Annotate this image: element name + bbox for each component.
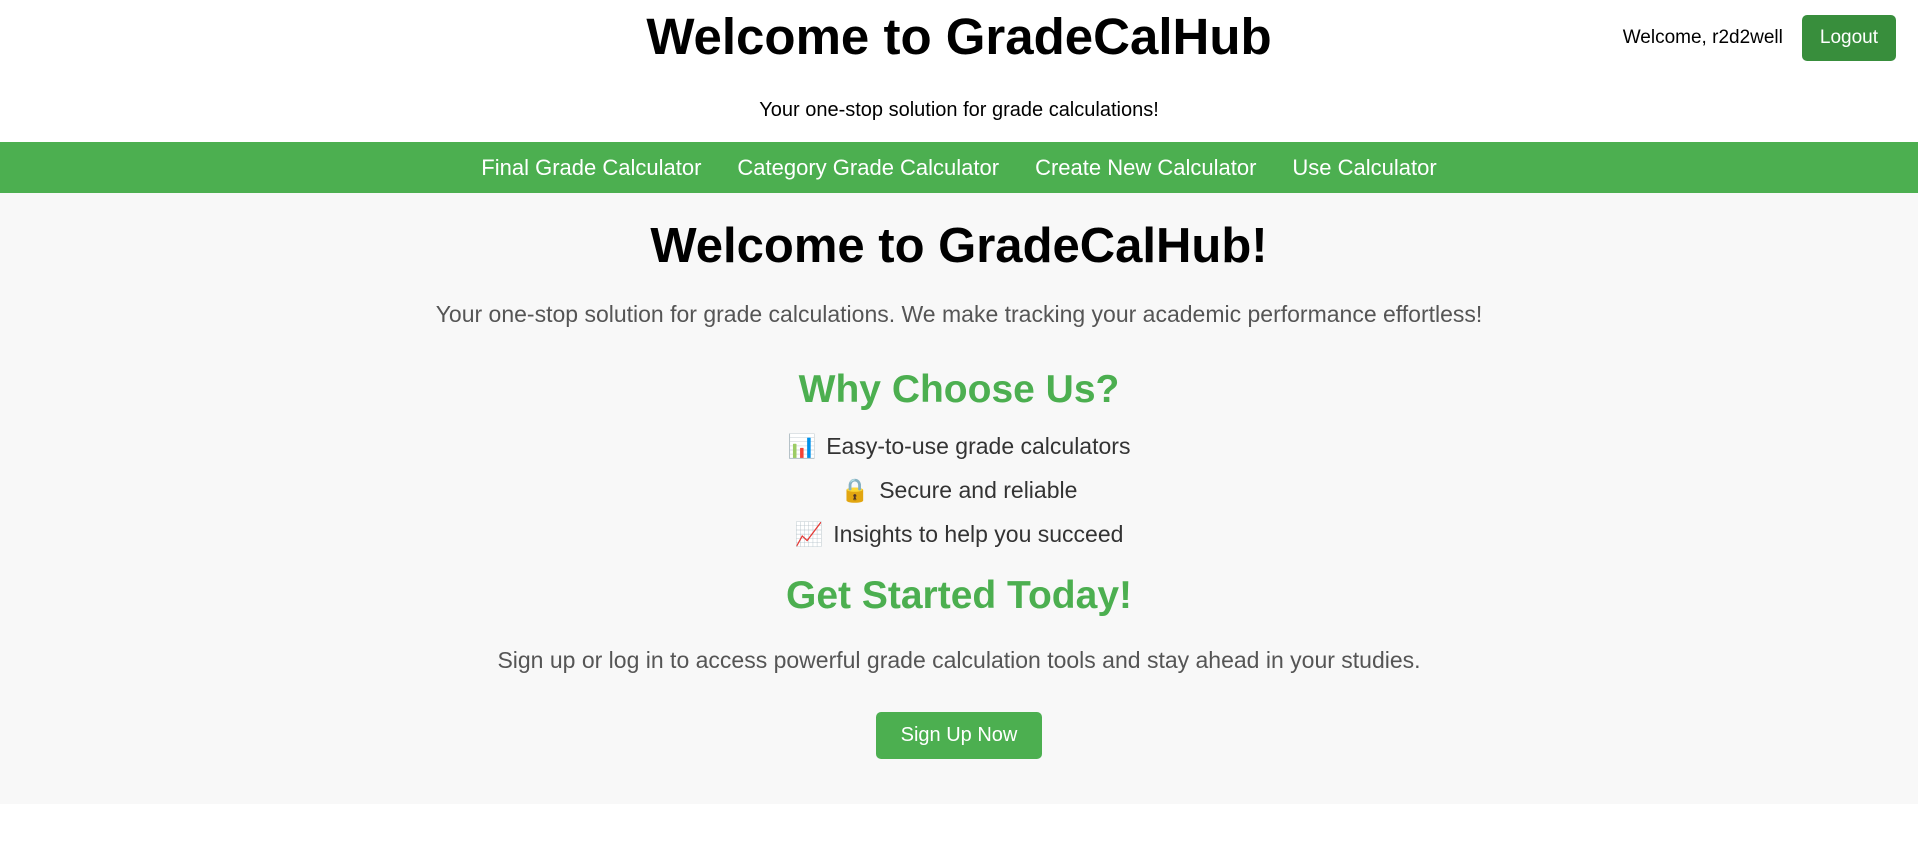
user-area: Welcome, r2d2well Logout [1623,15,1896,61]
welcome-user-text: Welcome, r2d2well [1622,27,1783,48]
site-header: Welcome to GradeCalHub Your one-stop sol… [0,0,1918,142]
feature-item: 📊 Easy-to-use grade calculators [0,431,1918,461]
logout-button[interactable]: Logout [1801,15,1896,61]
feature-item: 📈 Insights to help you succeed [0,519,1918,549]
main-intro: Your one-stop solution for grade calcula… [435,301,1483,327]
main-content: Welcome to GradeCalHub! Your one-stop so… [0,193,1918,804]
feature-text: Easy-to-use grade calculators [826,433,1131,459]
features-list: 📊 Easy-to-use grade calculators 🔒 Secure a… [0,431,1918,549]
nav-use-calculator[interactable]: Use Calculator [1292,142,1436,193]
main-title: Welcome to GradeCalHub! [650,219,1268,273]
why-choose-us-heading: Why Choose Us? [798,368,1120,411]
feature-text: Secure and reliable [879,477,1078,503]
nav-category-grade-calculator[interactable]: Category Grade Calculator [737,142,999,193]
site-tagline: Your one-stop solution for grade calcula… [759,99,1159,121]
lock-icon: 🔒 [840,477,870,503]
feature-item: 🔒 Secure and reliable [0,475,1918,505]
nav-create-new-calculator[interactable]: Create New Calculator [1035,142,1256,193]
main-nav: Final Grade Calculator Category Grade Ca… [0,142,1918,193]
feature-text: Insights to help you succeed [833,521,1124,547]
get-started-heading: Get Started Today! [786,574,1132,617]
cta-text: Sign up or log in to access powerful gra… [497,647,1421,673]
nav-final-grade-calculator[interactable]: Final Grade Calculator [481,142,701,193]
sign-up-button[interactable]: Sign Up Now [875,712,1043,759]
chart-increasing-icon: 📈 [794,521,824,547]
bar-chart-icon: 📊 [787,433,817,459]
